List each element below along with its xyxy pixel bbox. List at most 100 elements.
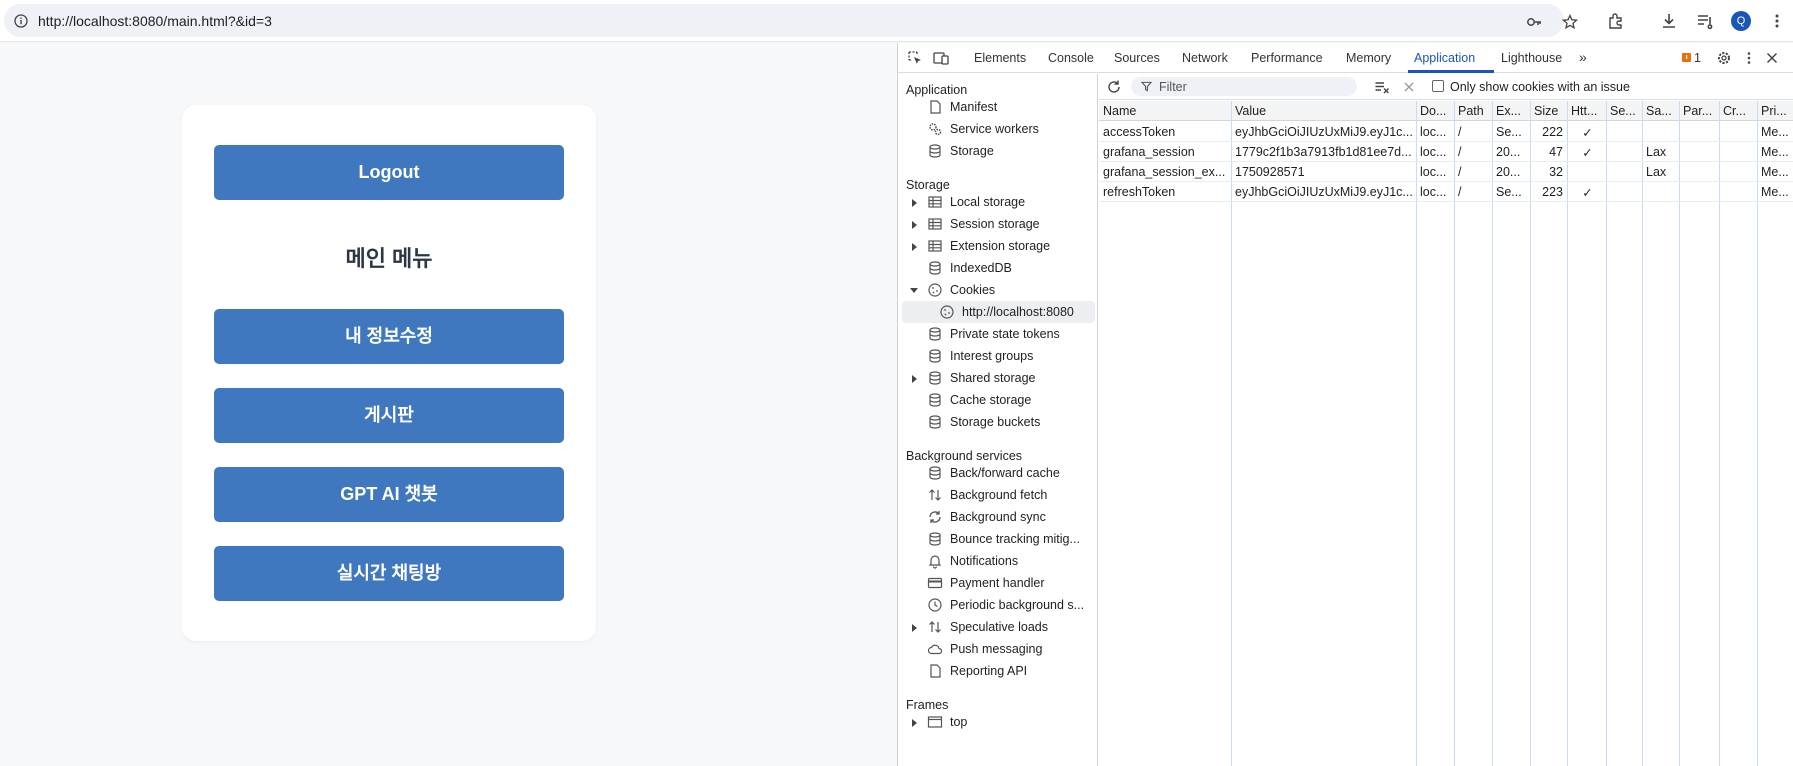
sidebar-item-background-fetch[interactable]: Background fetch	[898, 484, 1098, 506]
column-header-samesite[interactable]: Sa...	[1646, 104, 1677, 118]
cookie-samesite[interactable]: Lax	[1646, 165, 1677, 179]
logout-button[interactable]: Logout	[214, 145, 564, 200]
cookie-name[interactable]: refreshToken	[1103, 185, 1227, 199]
sidebar-item-local-storage[interactable]: Local storage	[898, 191, 1098, 213]
tab-application[interactable]: Application	[1414, 51, 1475, 65]
column-header-path[interactable]: Path	[1458, 104, 1490, 118]
cookie-expires[interactable]: 20...	[1496, 145, 1528, 159]
column-header-size[interactable]: Size	[1534, 104, 1565, 118]
sidebar-item-background-sync[interactable]: Background sync	[898, 506, 1098, 528]
close-devtools-icon[interactable]	[1764, 50, 1780, 66]
cookie-size[interactable]: 222	[1534, 125, 1563, 139]
download-icon[interactable]	[1660, 12, 1678, 30]
cookie-name[interactable]: grafana_session	[1103, 145, 1227, 159]
more-tabs-chevron-icon[interactable]: »	[1579, 49, 1587, 65]
password-key-icon[interactable]	[1526, 14, 1542, 30]
devtools-menu-icon[interactable]	[1741, 50, 1757, 66]
column-header-expires[interactable]: Ex...	[1496, 104, 1528, 118]
sidebar-item-storage-buckets[interactable]: Storage buckets	[898, 411, 1098, 433]
cookie-value[interactable]: eyJhbGciOiJIUzUxMiJ9.eyJ1c...	[1235, 125, 1413, 139]
device-toolbar-icon[interactable]	[933, 50, 949, 66]
cookie-filter-input[interactable]: Filter	[1131, 77, 1357, 96]
column-header-priority[interactable]: Pri...	[1761, 104, 1793, 118]
cookie-priority[interactable]: Me...	[1761, 165, 1793, 179]
column-header-partition-key[interactable]: Par...	[1683, 104, 1717, 118]
column-header-httponly[interactable]: Htt...	[1571, 104, 1604, 118]
cookie-domain[interactable]: loc...	[1420, 145, 1452, 159]
settings-gear-icon[interactable]	[1716, 50, 1732, 66]
cookie-domain[interactable]: loc...	[1420, 185, 1452, 199]
cookie-size[interactable]: 32	[1534, 165, 1563, 179]
column-header-domain[interactable]: Do...	[1420, 104, 1452, 118]
inspect-element-icon[interactable]	[907, 50, 923, 66]
sidebar-item-frame-top[interactable]: top	[898, 711, 1098, 733]
column-header-name[interactable]: Name	[1103, 104, 1227, 118]
sidebar-item-shared-storage[interactable]: Shared storage	[898, 367, 1098, 389]
expand-arrow-icon[interactable]	[912, 624, 917, 632]
tab-lighthouse[interactable]: Lighthouse	[1501, 51, 1562, 65]
tab-performance[interactable]: Performance	[1251, 51, 1323, 65]
expand-arrow-icon[interactable]	[912, 719, 917, 727]
issues-count[interactable]: 1	[1694, 51, 1701, 65]
sidebar-item-payment-handler[interactable]: Payment handler	[898, 572, 1098, 594]
sidebar-item-manifest[interactable]: Manifest	[898, 96, 1098, 118]
cookie-path[interactable]: /	[1458, 185, 1490, 199]
cookie-httponly[interactable]: ✓	[1571, 145, 1604, 160]
sidebar-item-back-forward-cache[interactable]: Back/forward cache	[898, 462, 1098, 484]
clear-all-cookies-icon[interactable]	[1374, 79, 1390, 95]
sidebar-item-bounce-tracking[interactable]: Bounce tracking mitig...	[898, 528, 1098, 550]
sidebar-item-periodic-background-sync[interactable]: Periodic background s...	[898, 594, 1098, 616]
extensions-icon[interactable]	[1607, 12, 1625, 30]
tab-network[interactable]: Network	[1182, 51, 1228, 65]
cookie-priority[interactable]: Me...	[1761, 145, 1793, 159]
sidebar-item-private-state-tokens[interactable]: Private state tokens	[898, 323, 1098, 345]
media-queue-icon[interactable]	[1696, 12, 1714, 30]
column-header-value[interactable]: Value	[1235, 104, 1413, 118]
expand-arrow-icon[interactable]	[912, 199, 917, 207]
cookie-expires[interactable]: 20...	[1496, 165, 1528, 179]
cookie-priority[interactable]: Me...	[1761, 125, 1793, 139]
address-bar[interactable]: http://localhost:8080/main.html?&id=3	[4, 4, 1578, 37]
only-issues-checkbox[interactable]	[1432, 80, 1444, 92]
tab-console[interactable]: Console	[1048, 51, 1094, 65]
cookie-name[interactable]: accessToken	[1103, 125, 1227, 139]
sidebar-item-interest-groups[interactable]: Interest groups	[898, 345, 1098, 367]
cookie-httponly[interactable]: ✓	[1571, 125, 1604, 140]
tab-sources[interactable]: Sources	[1114, 51, 1160, 65]
expand-arrow-icon[interactable]	[912, 375, 917, 383]
realtime-chat-button[interactable]: 실시간 채팅방	[214, 546, 564, 601]
expand-arrow-icon[interactable]	[912, 221, 917, 229]
bookmark-star-icon[interactable]	[1562, 14, 1578, 30]
refresh-icon[interactable]	[1106, 79, 1122, 95]
sidebar-item-reporting-api[interactable]: Reporting API	[898, 660, 1098, 682]
sidebar-item-indexeddb[interactable]: IndexedDB	[898, 257, 1098, 279]
sidebar-item-notifications[interactable]: Notifications	[898, 550, 1098, 572]
column-header-secure[interactable]: Se...	[1610, 104, 1640, 118]
cookie-size[interactable]: 47	[1534, 145, 1563, 159]
cookie-path[interactable]: /	[1458, 145, 1490, 159]
tab-elements[interactable]: Elements	[974, 51, 1026, 65]
sidebar-item-storage[interactable]: Storage	[898, 140, 1098, 162]
cookie-path[interactable]: /	[1458, 165, 1490, 179]
cookie-httponly[interactable]: ✓	[1571, 185, 1604, 200]
cookie-domain[interactable]: loc...	[1420, 165, 1452, 179]
edit-profile-button[interactable]: 내 정보수정	[214, 309, 564, 364]
cookie-samesite[interactable]: Lax	[1646, 145, 1677, 159]
cookie-priority[interactable]: Me...	[1761, 185, 1793, 199]
board-button[interactable]: 게시판	[214, 388, 564, 443]
gpt-chatbot-button[interactable]: GPT AI 챗봇	[214, 467, 564, 522]
sidebar-item-service-workers[interactable]: Service workers	[898, 118, 1098, 140]
info-icon[interactable]	[14, 14, 28, 28]
cookie-value[interactable]: 1779c2f1b3a7913fb1d81ee7d...	[1235, 145, 1413, 159]
sidebar-item-cookies[interactable]: Cookies	[898, 279, 1098, 301]
url-text[interactable]: http://localhost:8080/main.html?&id=3	[38, 13, 272, 29]
cookie-name[interactable]: grafana_session_ex...	[1103, 165, 1227, 179]
sidebar-item-cache-storage[interactable]: Cache storage	[898, 389, 1098, 411]
cookie-size[interactable]: 223	[1534, 185, 1563, 199]
sidebar-item-speculative-loads[interactable]: Speculative loads	[898, 616, 1098, 638]
profile-avatar[interactable]: Q	[1731, 11, 1751, 31]
sidebar-item-extension-storage[interactable]: Extension storage	[898, 235, 1098, 257]
delete-selected-icon[interactable]	[1402, 80, 1416, 94]
cookie-path[interactable]: /	[1458, 125, 1490, 139]
cookie-domain[interactable]: loc...	[1420, 125, 1452, 139]
